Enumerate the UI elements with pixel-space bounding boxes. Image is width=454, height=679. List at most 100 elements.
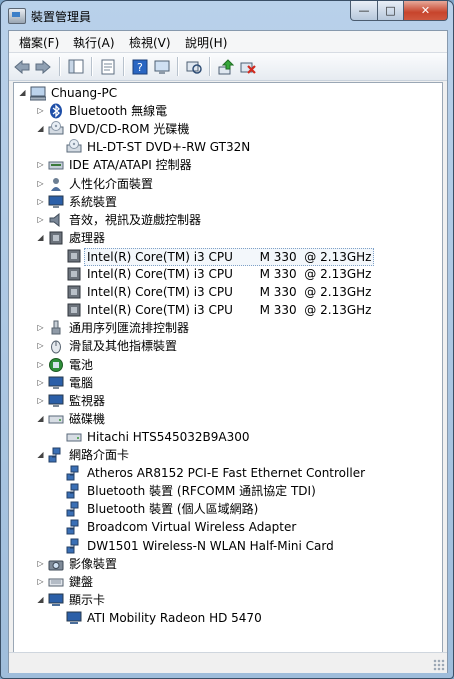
device-item[interactable]: Bluetooth 裝置 (個人區域網路): [14, 500, 442, 518]
tree-item-label: Intel(R) Core(TM) i3 CPU M 330 @ 2.13GHz: [87, 285, 372, 300]
device-item[interactable]: Atheros AR8152 PCI-E Fast Ethernet Contr…: [14, 464, 442, 482]
device-item[interactable]: Intel(R) Core(TM) i3 CPU M 330 @ 2.13GHz: [14, 301, 442, 319]
window-title: 裝置管理員: [31, 10, 92, 24]
device-item[interactable]: Intel(R) Core(TM) i3 CPU M 330 @ 2.13GHz: [14, 283, 442, 301]
tree-item-label: Intel(R) Core(TM) i3 CPU M 330 @ 2.13GHz: [84, 247, 375, 266]
menu-help[interactable]: 說明(H): [185, 34, 227, 51]
client-area: 檔案(F) 執行(A) 檢視(V) 說明(H) ? ◢ Chuang-PC ▷ …: [8, 30, 448, 673]
monitor-icon: [48, 393, 64, 409]
expand-arrow-icon[interactable]: ▷: [36, 106, 45, 115]
category-node[interactable]: ▷ 監視器: [14, 392, 442, 410]
category-node[interactable]: ▷ 滑鼠及其他指標裝置: [14, 337, 442, 355]
category-node[interactable]: ◢ 顯示卡: [14, 591, 442, 609]
cpu-icon: [66, 302, 82, 318]
device-manager-window: 裝置管理員 — □ ✕ 檔案(F) 執行(A) 檢視(V) 說明(H) ? ◢ …: [0, 0, 454, 679]
tree-item-label: 處理器: [69, 230, 106, 245]
device-item[interactable]: DW1501 Wireless-N WLAN Half-Mini Card: [14, 537, 442, 555]
cpu-icon: [48, 230, 64, 246]
tree-item-label: Hitachi HTS545032B9A300: [87, 429, 250, 444]
computer-node[interactable]: ◢ Chuang-PC: [14, 84, 442, 102]
keyboard-icon: [48, 574, 64, 590]
device-item[interactable]: Intel(R) Core(TM) i3 CPU M 330 @ 2.13GHz: [14, 265, 442, 283]
collapse-arrow-icon[interactable]: ◢: [36, 595, 45, 604]
tree-item-label: 電池: [69, 357, 94, 372]
expand-arrow-icon[interactable]: ▷: [36, 179, 45, 188]
category-node[interactable]: ◢ 網路介面卡: [14, 446, 442, 464]
minimize-button[interactable]: —: [350, 1, 378, 21]
display-icon: [66, 610, 82, 626]
forward-arrow-icon[interactable]: [34, 58, 52, 75]
resize-grip[interactable]: [433, 659, 445, 671]
display-icon: [48, 592, 64, 608]
device-item[interactable]: Intel(R) Core(TM) i3 CPU M 330 @ 2.13GHz: [14, 247, 442, 266]
tree-item-label: 滑鼠及其他指標裝置: [69, 339, 178, 354]
uninstall-icon[interactable]: [239, 58, 257, 75]
device-item[interactable]: HL-DT-ST DVD+-RW GT32N: [14, 138, 442, 156]
update-driver-icon[interactable]: [217, 58, 235, 75]
category-node[interactable]: ▷ 通用序列匯流排控制器: [14, 319, 442, 337]
collapse-arrow-icon[interactable]: ◢: [36, 124, 45, 133]
network-icon: [66, 519, 82, 535]
device-tree[interactable]: ◢ Chuang-PC ▷ Bluetooth 無線電 ◢ DVD/CD-ROM 光碟機 H…: [13, 82, 443, 670]
expand-arrow-icon[interactable]: ▷: [36, 577, 45, 586]
tree-item-label: ATI Mobility Radeon HD 5470: [87, 610, 262, 625]
expand-arrow-icon[interactable]: ▷: [36, 160, 45, 169]
disk-icon: [66, 429, 82, 445]
category-node[interactable]: ◢ DVD/CD-ROM 光碟機: [14, 120, 442, 138]
tree-item-label: Bluetooth 裝置 (個人區域網路): [87, 502, 259, 517]
collapse-arrow-icon[interactable]: ◢: [36, 233, 45, 242]
tree-item-label: 影像裝置: [69, 556, 118, 571]
properties-icon[interactable]: [99, 58, 117, 75]
expand-arrow-icon[interactable]: ▷: [36, 396, 45, 405]
category-node[interactable]: ▷ 電池: [14, 356, 442, 374]
collapse-arrow-icon[interactable]: ◢: [36, 414, 45, 423]
expand-arrow-icon[interactable]: ▷: [36, 215, 45, 224]
tree-item-label: Intel(R) Core(TM) i3 CPU M 330 @ 2.13GHz: [87, 267, 372, 281]
title-bar[interactable]: 裝置管理員 — □ ✕: [1, 1, 453, 30]
dvd-icon: [66, 139, 82, 155]
menu-file[interactable]: 檔案(F): [19, 34, 59, 51]
tree-item-label: HL-DT-ST DVD+-RW GT32N: [87, 140, 251, 155]
scan-hardware-icon[interactable]: [185, 58, 203, 75]
expand-arrow-icon[interactable]: ▷: [36, 360, 45, 369]
tree-item-label: 網路介面卡: [69, 448, 130, 462]
back-arrow-icon[interactable]: [13, 58, 31, 75]
expand-arrow-icon[interactable]: ▷: [36, 323, 45, 332]
computer-view-icon[interactable]: [153, 58, 171, 75]
category-node[interactable]: ▷ 電腦: [14, 374, 442, 392]
menu-view[interactable]: 檢視(V): [129, 34, 171, 51]
close-button[interactable]: ✕: [404, 1, 448, 21]
menu-bar: 檔案(F) 執行(A) 檢視(V) 說明(H): [9, 31, 447, 53]
status-bar: [9, 652, 447, 673]
category-node[interactable]: ▷ IDE ATA/ATAPI 控制器: [14, 156, 442, 174]
tree-item-label: Broadcom Virtual Wireless Adapter: [87, 520, 297, 535]
maximize-button[interactable]: □: [378, 1, 404, 21]
collapse-arrow-icon[interactable]: ◢: [36, 450, 45, 459]
device-item[interactable]: Broadcom Virtual Wireless Adapter: [14, 518, 442, 536]
category-node[interactable]: ▷ 鍵盤: [14, 573, 442, 591]
category-node[interactable]: ▷ Bluetooth 無線電: [14, 102, 442, 120]
device-item[interactable]: Hitachi HTS545032B9A300: [14, 428, 442, 446]
menu-action[interactable]: 執行(A): [73, 34, 115, 51]
tree-item-label: Bluetooth 無線電: [69, 104, 168, 119]
cpu-icon: [66, 248, 82, 264]
category-node[interactable]: ▷ 音效，視訊及遊戲控制器: [14, 211, 442, 229]
expand-arrow-icon[interactable]: ▷: [36, 197, 45, 206]
tree-item-label: 監視器: [69, 393, 106, 408]
device-item[interactable]: Bluetooth 裝置 (RFCOMM 通訊協定 TDI): [14, 482, 442, 500]
help-icon[interactable]: ?: [131, 58, 149, 75]
tree-view-icon[interactable]: [67, 58, 85, 75]
expand-arrow-icon[interactable]: ▷: [36, 341, 45, 350]
category-node[interactable]: ▷ 系統裝置: [14, 193, 442, 211]
cpu-icon: [66, 266, 82, 282]
category-node[interactable]: ▷ 影像裝置: [14, 555, 442, 573]
category-node[interactable]: ◢ 磁碟機: [14, 410, 442, 428]
device-item[interactable]: ATI Mobility Radeon HD 5470: [14, 609, 442, 627]
category-node[interactable]: ◢ 處理器: [14, 229, 442, 247]
tree-item-label: 系統裝置: [69, 194, 118, 209]
expand-arrow-icon[interactable]: ▷: [36, 559, 45, 568]
expand-arrow-icon[interactable]: ▷: [36, 378, 45, 387]
device-manager-app-icon: [8, 8, 26, 24]
category-node[interactable]: ▷ 人性化介面裝置: [14, 175, 442, 193]
collapse-arrow-icon[interactable]: ◢: [18, 88, 27, 97]
